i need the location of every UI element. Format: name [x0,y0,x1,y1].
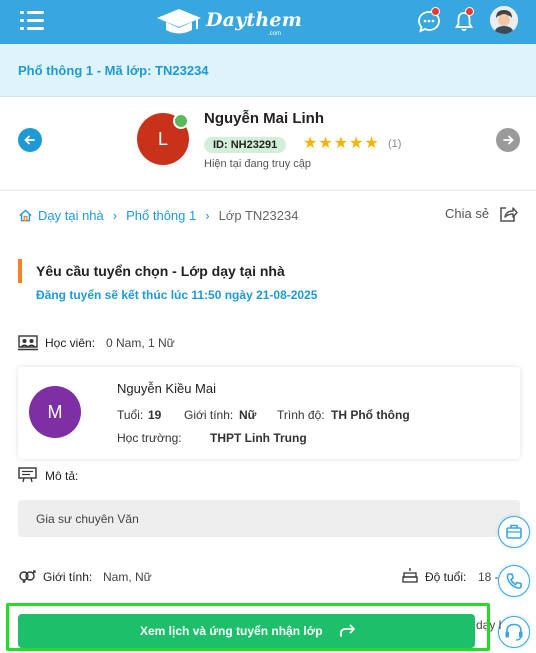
breadcrumb-home[interactable]: Dạy tại nhà [38,208,104,223]
student-school-label: Học trường: [117,431,182,445]
top-navbar: Daythem .com [0,0,536,44]
request-deadline: Đăng tuyển sẽ kết thúc lúc 11:50 ngày 21… [36,288,318,302]
share-label[interactable]: Chia sẻ [445,206,489,221]
chevron-right-icon: › [205,207,210,223]
student-level-label: Trình độ: [277,408,325,422]
student-gender: Nữ [239,408,257,422]
breadcrumb-current: Lớp TN23234 [218,207,299,223]
student-avatar: M [29,386,81,438]
description-text: Gia sư chuyên Văn [36,512,139,526]
birthday-cake-icon [402,568,418,583]
age-req-value: 18 - [478,570,499,584]
age-req-label: Độ tuổi: [425,570,467,584]
call-button[interactable] [498,565,530,597]
gender-icon [19,570,36,583]
description-label: Mô tả: [45,469,79,483]
briefcase-icon [506,524,522,539]
hamburger-menu-icon[interactable] [20,10,44,32]
home-icon [19,209,32,221]
support-button[interactable] [498,616,530,648]
arrow-left-icon [24,135,35,145]
brand-domain: .com [268,31,282,37]
share-icon[interactable] [498,204,518,224]
tutor-id-badge: ID: NH23291 [204,137,287,153]
student-name: Nguyễn Kiều Mai [117,381,216,396]
description-icon [18,467,37,483]
student-age-label: Tuổi: [117,408,144,422]
rating-stars: ★★★★★ [303,135,380,153]
user-avatar[interactable] [490,6,518,34]
cta-label: Xem lịch và ứng tuyển nhận lớp [140,624,323,638]
phone-icon [506,573,522,589]
bell-icon[interactable] [451,7,477,34]
next-button[interactable] [496,128,520,152]
gender-req-label: Giới tính: [43,570,93,584]
student-level: TH Phổ thông [331,408,410,422]
star-icon: ★ [303,135,318,152]
student-card: M Nguyễn Kiều Mai Tuổi: 19 Giới tính: Nữ… [18,367,520,459]
brand-name: Daythem [206,9,303,31]
star-icon: ★ [349,135,364,152]
online-status-dot [173,113,189,129]
graduation-cap-icon [157,9,201,34]
redo-arrow-icon [340,624,355,637]
accent-bar [18,259,22,283]
gender-req-value: Nam, Nữ [103,570,152,584]
class-title: Phổ thông 1 - Mã lớp: TN23234 [18,63,209,78]
star-icon: ★ [333,135,349,152]
chat-icon[interactable] [416,7,442,34]
student-initial: M [47,401,63,422]
star-icon: ★ [318,135,333,152]
students-icon [18,335,38,351]
star-icon: ★ [364,135,379,152]
previous-button[interactable] [18,128,42,152]
student-school: THPT Linh Trung [210,431,307,445]
student-gender-label: Giới tính: [184,408,234,422]
students-value: 0 Nam, 1 Nữ [106,336,175,350]
student-age: 19 [148,408,162,422]
students-label: Học viên: [45,336,96,350]
tutor-initial: L [157,128,168,149]
class-header-bar: Phổ thông 1 - Mã lớp: TN23234 [0,44,536,97]
view-schedule-apply-button[interactable]: Xem lịch và ứng tuyển nhận lớp [18,614,475,648]
rating-count: (1) [388,138,402,150]
arrow-right-icon [503,135,514,145]
page: Daythem .com Phổ thông 1 - Mã lớp: TN232… [0,0,536,653]
chevron-right-icon: › [112,207,118,223]
tutor-status: Hiện tại đang truy cập [204,158,312,170]
tutor-name[interactable]: Nguyễn Mai Linh [204,110,324,127]
chat-notification-dot [431,7,440,16]
breadcrumb-level[interactable]: Phổ thông 1 [126,208,196,223]
breadcrumb: Dạy tại nhà › Phổ thông 1 › Lớp TN23234 [18,205,298,225]
divider [0,190,536,191]
request-title: Yêu cầu tuyển chọn - Lớp dạy tại nhà [36,263,285,279]
brand-logo[interactable]: Daythem .com [156,6,302,38]
bell-notification-dot [465,7,474,16]
description-box: Gia sư chuyên Văn [18,500,520,537]
briefcase-button[interactable] [498,516,530,548]
headset-icon [505,623,523,641]
